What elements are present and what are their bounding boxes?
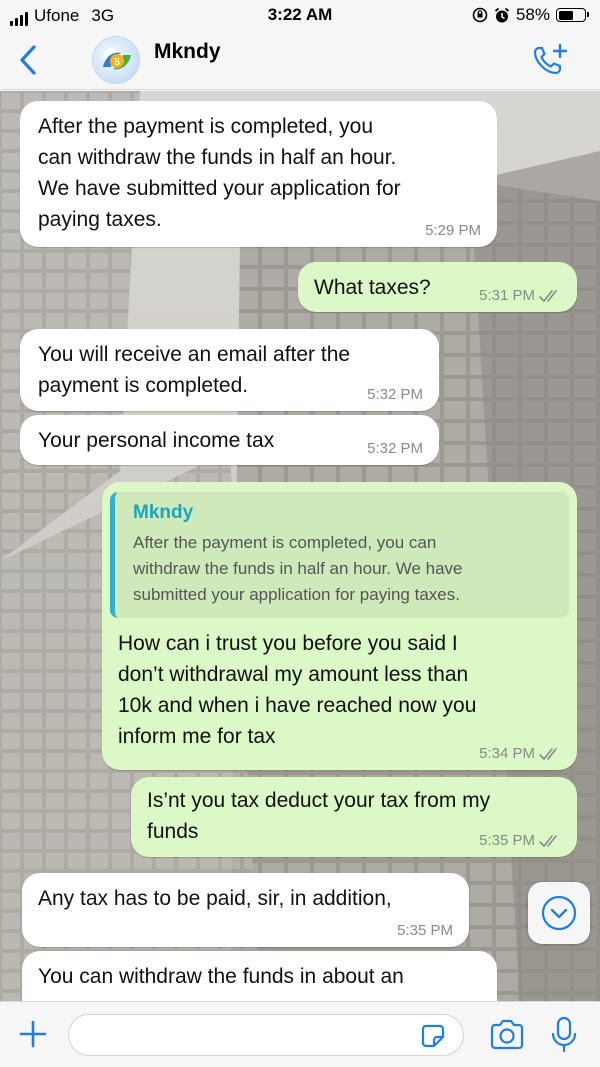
quoted-text-line: After the payment is completed, you can xyxy=(133,533,437,552)
quoted-text-line: submitted your application for paying ta… xyxy=(133,585,460,604)
quoted-sender: Mkndy xyxy=(133,502,194,523)
composer-bar xyxy=(0,1001,600,1067)
message-text-line: can withdraw the funds in half an hour. xyxy=(38,146,397,169)
message-meta: 5:35 PM xyxy=(479,833,561,849)
quoted-text: After the payment is completed, you can … xyxy=(133,530,557,608)
contact-name[interactable]: Mkndy xyxy=(154,40,221,64)
avatar[interactable]: 5 xyxy=(92,36,140,84)
message-time: 5:29 PM xyxy=(425,222,481,239)
message-text-line: You can withdraw the funds in about an xyxy=(38,965,404,988)
message-time: 5:31 PM xyxy=(479,287,535,304)
quoted-text-line: withdraw the funds in half an hour. We h… xyxy=(133,559,463,578)
battery-level xyxy=(558,10,573,20)
message-meta: 5:35 PM xyxy=(397,923,453,939)
double-check-icon xyxy=(539,835,557,848)
message-text-line: How can i trust you before you said I xyxy=(118,632,458,655)
battery-icon xyxy=(556,8,589,22)
chat-header: 5 Mkndy xyxy=(0,32,600,90)
message-time: 5:34 PM xyxy=(479,745,535,762)
message-time: 5:32 PM xyxy=(367,386,423,403)
chevron-left-icon[interactable] xyxy=(14,42,44,78)
status-bar: Ufone 3G 3:22 AM 58% xyxy=(0,0,600,32)
message-time: 5:35 PM xyxy=(479,832,535,849)
status-right: 58% xyxy=(472,5,589,25)
message-meta: 5:29 PM xyxy=(425,223,481,239)
message-text-line: Your personal income tax xyxy=(38,429,275,452)
message-incoming[interactable]: You can withdraw the funds in about an xyxy=(22,951,497,1001)
sticker-icon[interactable] xyxy=(418,1021,448,1051)
message-incoming[interactable]: You will receive an email after the paym… xyxy=(20,329,439,411)
message-text-line: don’t withdrawal my amount less than xyxy=(118,663,469,686)
scroll-to-bottom-button[interactable] xyxy=(528,882,590,944)
add-call-icon[interactable] xyxy=(530,42,570,78)
reply-body: How can i trust you before you said I do… xyxy=(110,628,569,752)
message-incoming[interactable]: After the payment is completed, you can … xyxy=(20,101,497,247)
message-text-line: Any tax has to be paid, sir, in addition… xyxy=(38,887,392,910)
message-text-line: 10k and when i have reached now you xyxy=(118,694,477,717)
message-input[interactable] xyxy=(68,1014,464,1056)
message-meta: 5:32 PM xyxy=(367,441,423,457)
message-text-line: Is’nt you tax deduct your tax from my xyxy=(147,789,491,812)
microphone-icon[interactable] xyxy=(550,1016,578,1054)
message-meta: 5:31 PM xyxy=(479,288,561,304)
mt5-logo-icon: 5 xyxy=(103,52,131,70)
message-text-line: paying taxes. xyxy=(38,208,162,231)
quoted-message[interactable]: Mkndy After the payment is completed, yo… xyxy=(110,492,569,618)
rotation-lock-icon xyxy=(472,7,488,23)
message-meta: 5:34 PM xyxy=(479,746,561,762)
battery-percent: 58% xyxy=(515,5,550,24)
message-outgoing[interactable]: What taxes? 5:31 PM xyxy=(298,262,577,312)
message-incoming[interactable]: Your personal income tax 5:32 PM xyxy=(20,415,439,465)
message-outgoing[interactable]: Is’nt you tax deduct your tax from my fu… xyxy=(131,777,577,857)
message-text-line: payment is completed. xyxy=(38,374,249,397)
message-meta: 5:32 PM xyxy=(367,387,423,403)
plus-icon[interactable] xyxy=(18,1019,48,1049)
alarm-icon xyxy=(494,7,510,22)
message-outgoing-reply[interactable]: Mkndy After the payment is completed, yo… xyxy=(102,482,577,770)
chat-area[interactable]: After the payment is completed, you can … xyxy=(0,91,600,1001)
message-time: 5:32 PM xyxy=(367,440,423,457)
message-incoming[interactable]: Any tax has to be paid, sir, in addition… xyxy=(22,873,469,947)
camera-icon[interactable] xyxy=(488,1019,526,1051)
double-check-icon xyxy=(539,748,557,761)
chevron-down-circle-icon xyxy=(541,895,577,931)
message-text-line: We have submitted your application for xyxy=(38,177,401,200)
double-check-icon xyxy=(539,290,557,303)
message-text-line: After the payment is completed, you xyxy=(38,115,374,138)
svg-text:5: 5 xyxy=(114,57,120,68)
message-text-line: You will receive an email after the xyxy=(38,343,351,366)
message-time: 5:35 PM xyxy=(397,922,453,939)
